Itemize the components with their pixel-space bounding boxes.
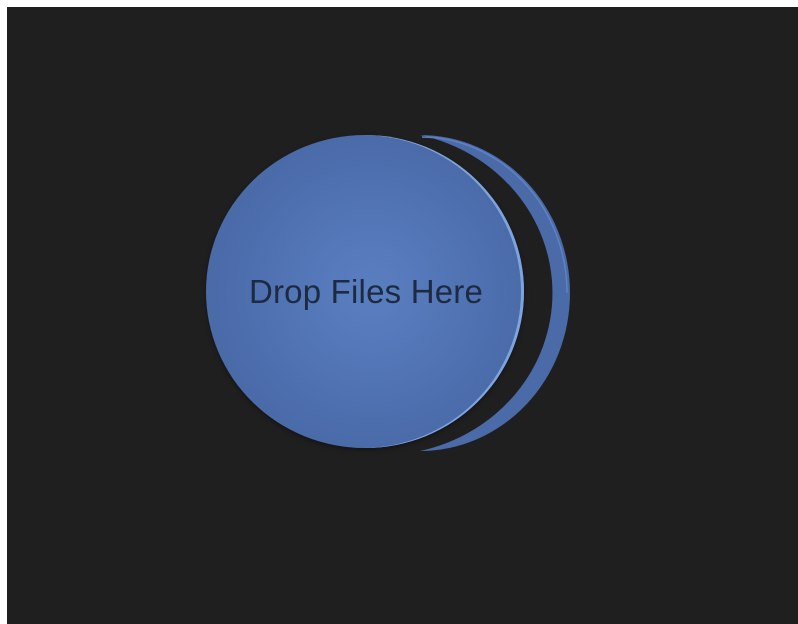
app-window: Drop Files Here bbox=[7, 7, 798, 624]
drop-files-disc[interactable]: Drop Files Here bbox=[206, 135, 524, 448]
drop-files-label: Drop Files Here bbox=[248, 273, 484, 310]
drop-zone[interactable]: Drop Files Here bbox=[206, 135, 571, 451]
